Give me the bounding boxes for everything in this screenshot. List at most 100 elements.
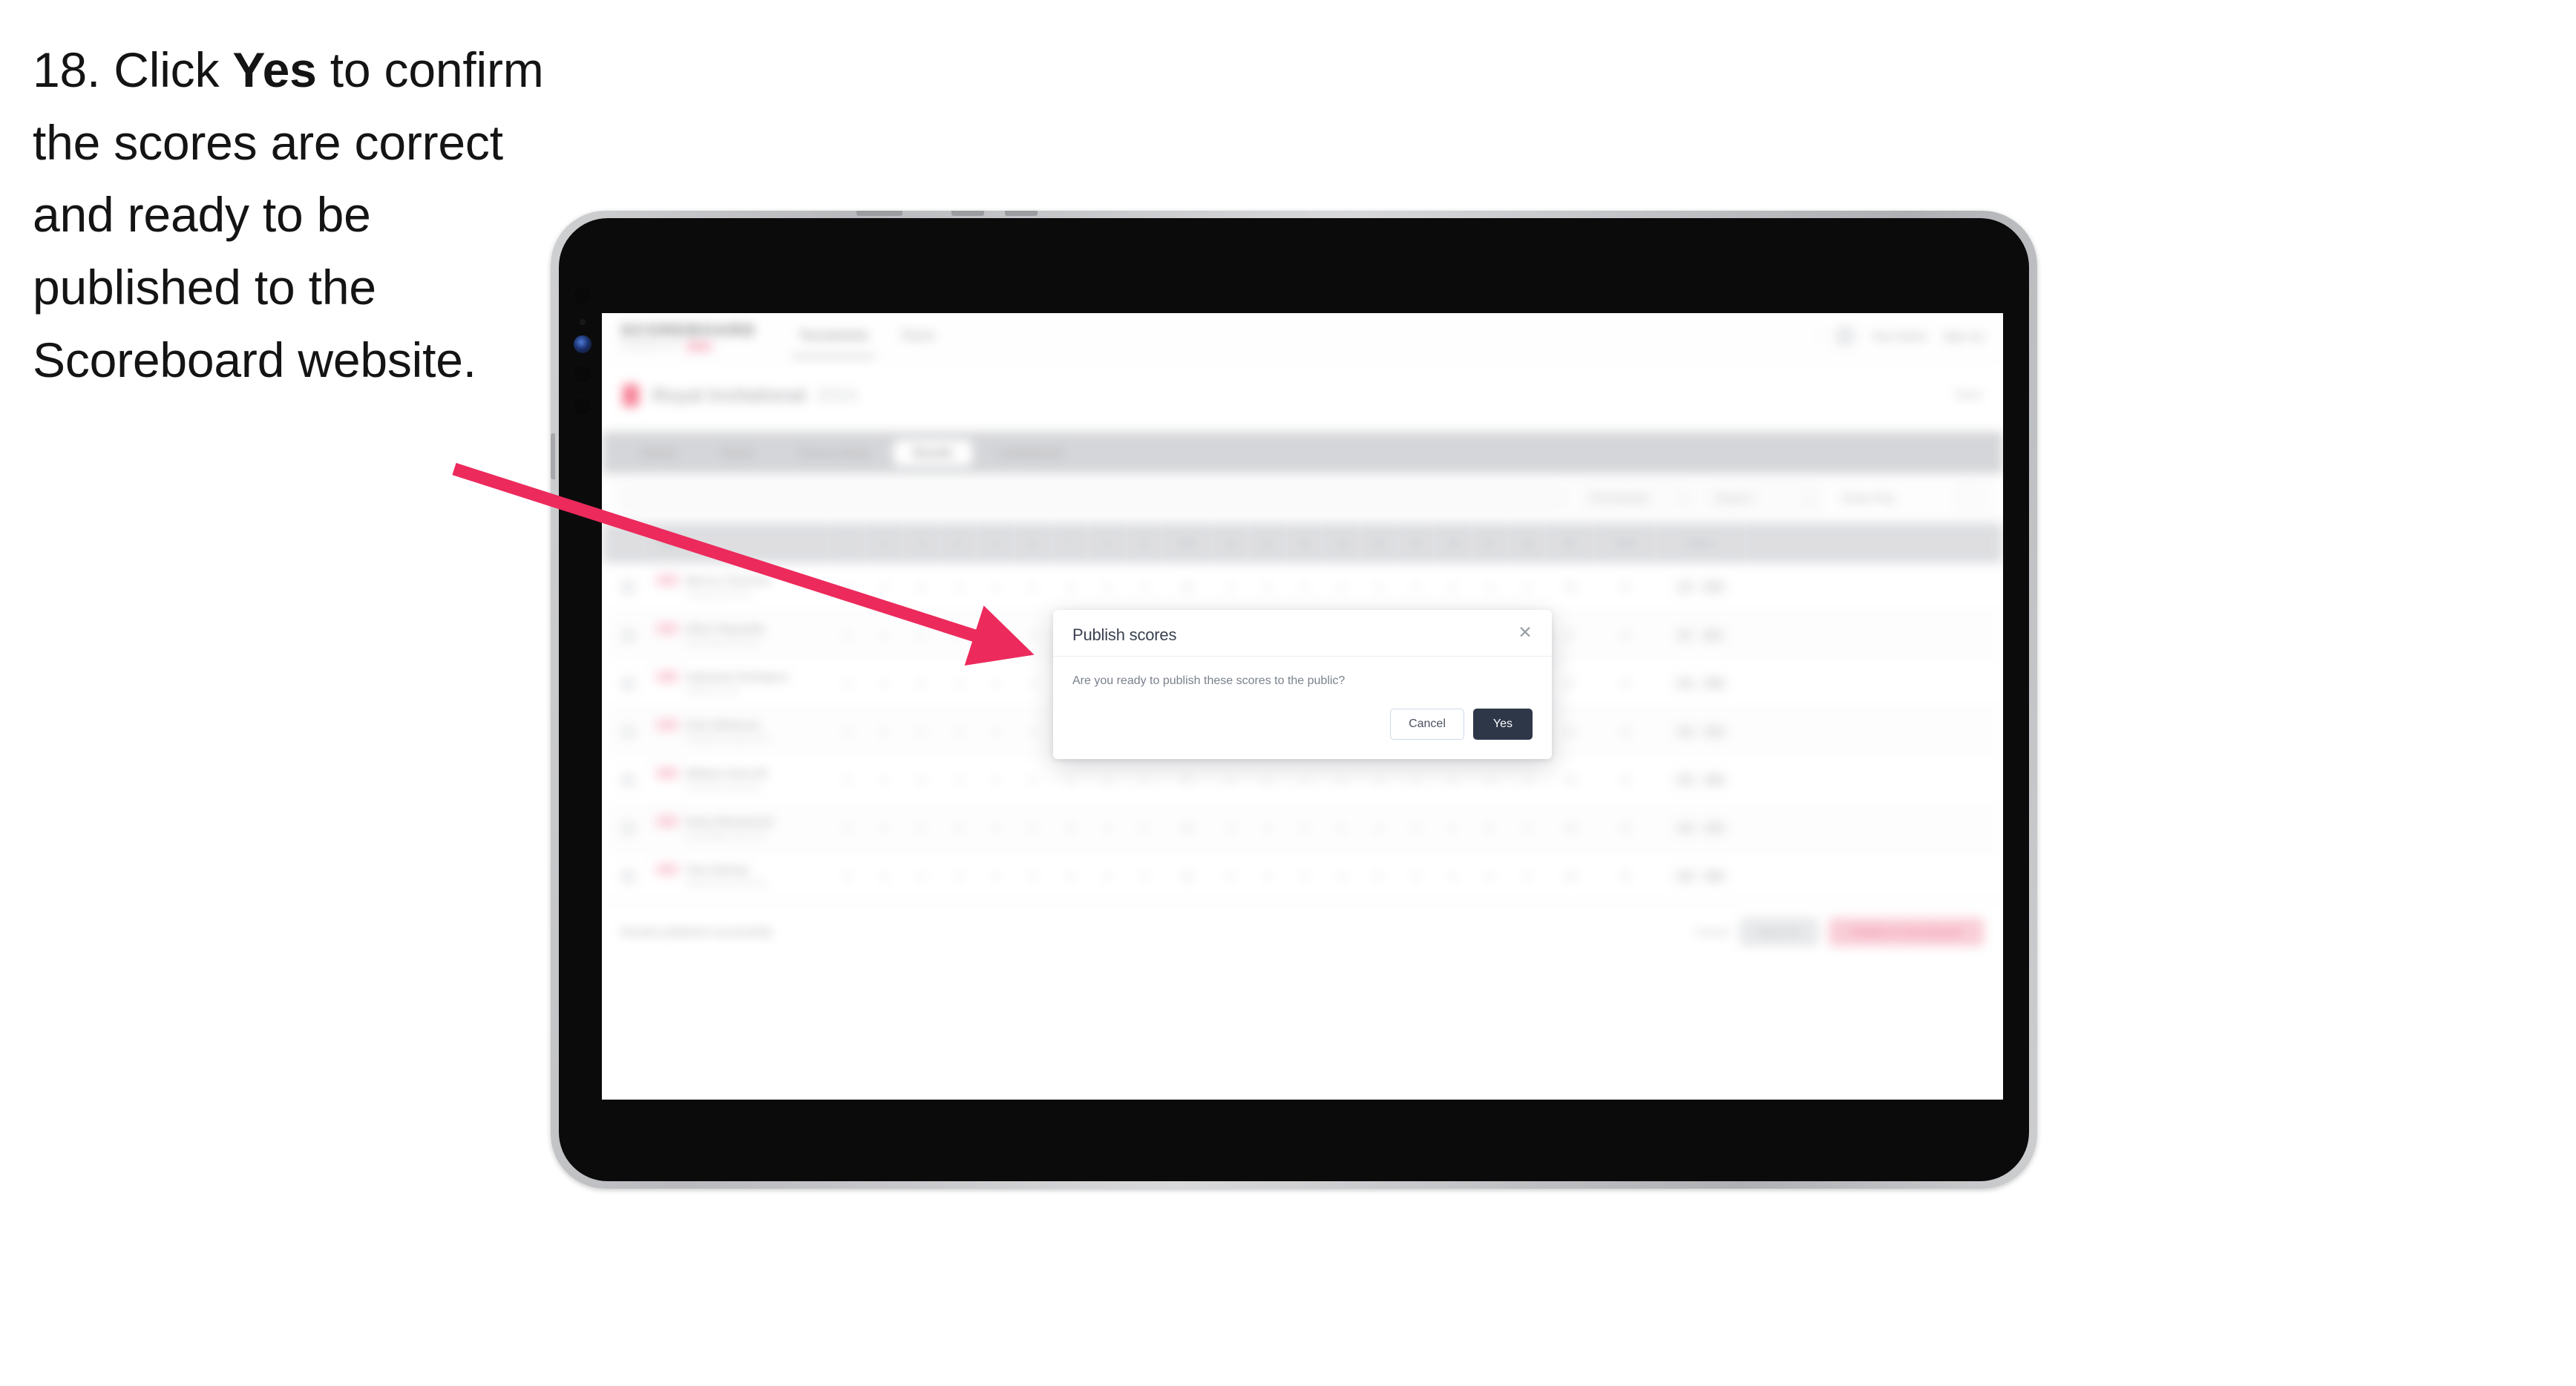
status-badge: OK [1701, 772, 1728, 787]
footer-cancel-link[interactable]: Cancel [1694, 926, 1729, 939]
table-cell: 4 [1212, 756, 1249, 804]
table-row[interactable]: 6 Henry Blackwood Stonebridge Golf Club 4 4 5… [602, 804, 2003, 853]
division-select-label: First Division [1590, 492, 1650, 504]
table-column-header: 11 [1249, 523, 1286, 563]
rank-badge: 2 [655, 623, 679, 635]
publish-to-scoreboard-button[interactable]: Publish to Scoreboard [1828, 918, 1984, 946]
table-cell: 4 Felix Whitmore Parkview Country Club [645, 708, 829, 755]
flag-icon [623, 384, 639, 407]
table-cell: 4 [1286, 756, 1323, 804]
device-top-button-2[interactable] [951, 211, 984, 216]
table-column-header: Total [1595, 523, 1656, 563]
table-cell: 4 [1397, 853, 1435, 900]
tab-teams[interactable]: Teams [701, 440, 773, 466]
player-club: Willowcreek Golf Club [686, 878, 766, 888]
row-checkbox[interactable] [621, 579, 635, 594]
table-footer: Results published successfully Cancel Sa… [602, 901, 2003, 962]
table-cell: 4 [1397, 804, 1435, 852]
table-cell: 4 [1360, 756, 1397, 804]
device-top-button-3[interactable] [1005, 211, 1038, 216]
player-club: Fairway Golf Club [686, 589, 751, 599]
table-cell: 36 [1546, 708, 1595, 755]
sign-out-link[interactable]: Sign out [1943, 330, 1984, 343]
table-column-header: 7 [1052, 523, 1089, 563]
row-checkbox[interactable] [621, 869, 635, 884]
tab-course-setup[interactable]: Course Setup [779, 440, 890, 466]
camera-dot-icon [572, 364, 593, 384]
table-row[interactable]: 7 Theo Bishop Willowcreek Golf Club 5 5 4 4 4 5 4… [602, 853, 2003, 901]
table-cell: +1 OK [1656, 660, 1746, 707]
table-cell: 4 [1509, 804, 1546, 852]
table-cell: 38 [1163, 804, 1212, 852]
table-cell [612, 660, 645, 707]
rank-badge: 3 [655, 671, 679, 683]
table-cell: 4 [903, 756, 940, 804]
header-right-group: Your Name Sign out [1818, 326, 1984, 346]
table-row[interactable]: 1 Marcus Thornton Fairway Golf Club 4 5 3 4 4 5 4… [602, 563, 2003, 611]
cancel-button[interactable]: Cancel [1390, 709, 1464, 740]
table-cell: 3 Sebastian Rodriguez Highland Links [645, 660, 829, 707]
division-select[interactable]: First Division ▾ [1580, 485, 1694, 511]
table-cell: 38 [1546, 804, 1595, 852]
device-side-button[interactable] [551, 433, 555, 479]
table-cell: 4 [1472, 756, 1509, 804]
table-cell: +6 OK [1656, 853, 1746, 900]
player-club: Riverbend Golf Club [686, 782, 760, 792]
table-cell: 37 [1163, 756, 1212, 804]
device-top-button-1[interactable] [856, 211, 902, 216]
table-cell: 3 [1052, 804, 1089, 852]
table-cell: +4 OK [1656, 804, 1746, 852]
table-header-row: Player 1 2 3 4 5 6 7 8 9 OUT 10 11 12 13 14 15 16 17 18 IN To… [602, 523, 2003, 563]
tab-details[interactable]: Details [621, 440, 696, 466]
dialog-footer: Cancel Yes [1053, 692, 1552, 759]
save-all-button[interactable]: Save All [1739, 918, 1818, 946]
table-cell: E OK [1656, 611, 1746, 659]
table-row[interactable]: 5 William Ashcroft Riverbend Golf Club 5 4 4 4… [602, 756, 2003, 804]
table-cell: 4 [1015, 756, 1052, 804]
avatar[interactable] [1835, 326, 1855, 346]
player-club: Greenside Golf Club [686, 637, 760, 647]
table-cell: 5 [977, 611, 1015, 659]
user-name-label[interactable]: Your Name [1871, 330, 1927, 343]
table-cell: 5 [903, 804, 940, 852]
table-cell: +2 OK [1656, 708, 1746, 755]
status-badge: -1 [1674, 579, 1696, 594]
table-cell: 4 [903, 708, 940, 755]
close-icon[interactable]: ✕ [1515, 622, 1536, 643]
table-cell: 4 [1323, 756, 1360, 804]
table-column-header: 2 [866, 523, 903, 563]
player-club: Highland Links [686, 686, 740, 695]
table-cell: 36 [1163, 563, 1212, 611]
nav-link-teams[interactable]: Teams [900, 329, 935, 343]
row-checkbox[interactable] [621, 821, 635, 835]
brand-logo[interactable]: SCOREBOARD POWERED BY BETA [621, 322, 756, 351]
tablet-device: SCOREBOARD POWERED BY BETA Tournaments T… [551, 211, 2037, 1189]
yes-button[interactable]: Yes [1472, 709, 1533, 740]
table-cell: 4 [1052, 756, 1089, 804]
round-select[interactable]: Round 1 ▾ [1706, 485, 1820, 511]
table-column-header: 5 [977, 523, 1015, 563]
table-cell: 73 [1595, 611, 1656, 659]
tab-results[interactable]: Results [894, 439, 973, 466]
row-checkbox[interactable] [621, 772, 635, 787]
tab-leaderboard[interactable]: Leaderboard [977, 440, 1083, 466]
table-column-header: 16 [1435, 523, 1472, 563]
rank-badge: 4 [655, 719, 679, 732]
nav-link-tournaments[interactable]: Tournaments [791, 329, 875, 358]
table-cell [612, 756, 645, 804]
table-cell: 5 [1397, 756, 1435, 804]
filter-icon[interactable] [1957, 485, 1984, 511]
status-badge: OK [1701, 724, 1728, 739]
table-cell: 4 [1212, 563, 1249, 611]
table-cell: 76 [1595, 804, 1656, 852]
row-checkbox[interactable] [621, 676, 635, 691]
table-cell: 4 [1249, 563, 1286, 611]
brand-sub-text: POWERED BY [621, 342, 679, 350]
table-cell: 3 [903, 563, 940, 611]
row-checkbox[interactable] [621, 724, 635, 739]
search-input[interactable] [621, 485, 1568, 511]
table-cell: 4 [1212, 804, 1249, 852]
back-link[interactable]: Back [1956, 389, 1982, 402]
format-select[interactable]: Stroke Play [1832, 485, 1945, 510]
row-checkbox[interactable] [621, 628, 635, 643]
